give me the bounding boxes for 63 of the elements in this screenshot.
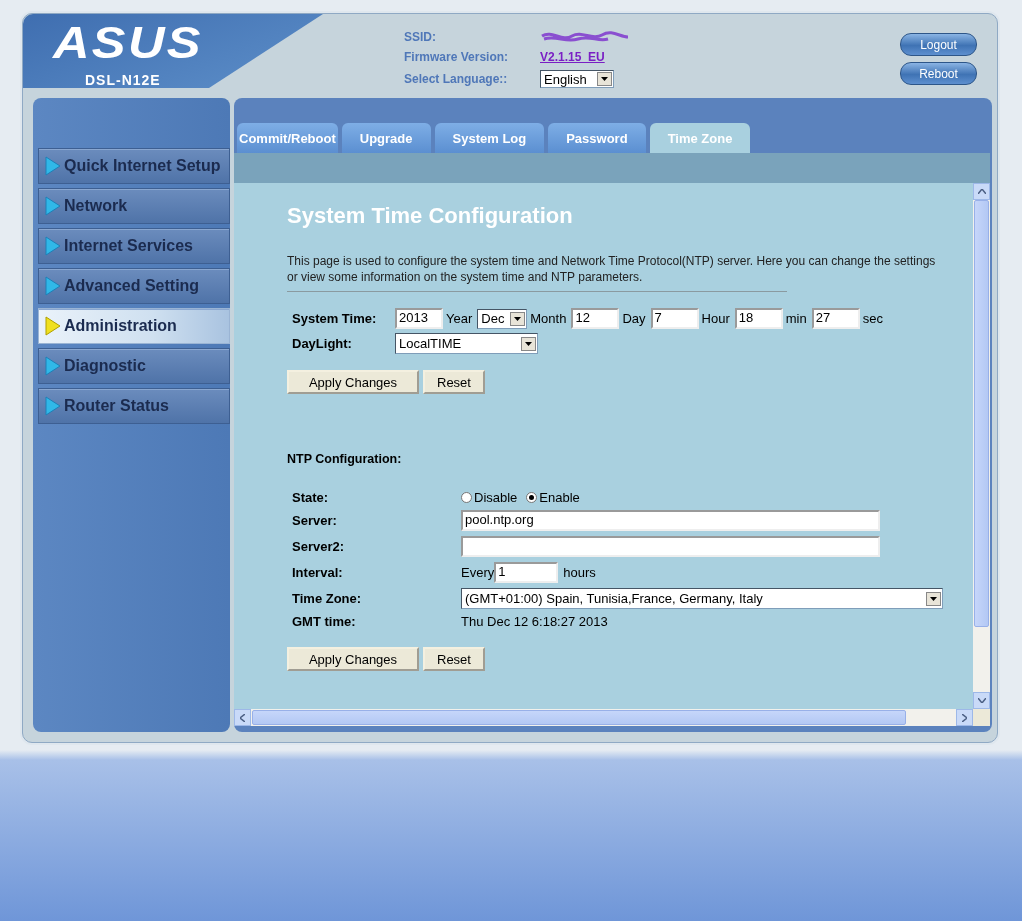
input-field[interactable]: 27 (811, 308, 860, 329)
vertical-scrollbar[interactable] (973, 183, 990, 709)
input-field[interactable]: 12 (571, 308, 620, 329)
field-label: Server2: (292, 539, 346, 554)
triangle-icon (45, 236, 61, 256)
scroll-up-button[interactable] (973, 183, 990, 200)
daylight-select[interactable]: LocalTIME (395, 333, 538, 354)
field-label: GMT time: (292, 614, 357, 629)
logout-button[interactable]: Logout (900, 33, 977, 56)
brand-logo: ASUS (53, 20, 203, 66)
field-label: Time Zone: (292, 591, 363, 606)
field-label: System Time: (292, 311, 378, 326)
page-description: This page is used to configure the system time and Network Time Protocol(NTP) server. Here you can change the settings or view some information on the system time and NTP parameters. (287, 253, 937, 285)
radio-label: Enable (539, 490, 580, 505)
scroll-down-button[interactable] (973, 692, 990, 709)
triangle-icon (45, 356, 61, 376)
triangle-icon (45, 196, 61, 216)
gmt-time-value: Thu Dec 12 6:18:27 2013 (461, 614, 609, 629)
apply-changes-button[interactable]: Apply Changes (287, 370, 419, 394)
radio-button[interactable] (526, 492, 538, 503)
month-select[interactable]: Dec (477, 308, 528, 329)
field-label: State: (292, 490, 330, 505)
reset-button[interactable]: Reset (423, 647, 485, 671)
unit-label: Hour (701, 311, 730, 326)
interval-prefix: Every (461, 565, 495, 580)
section-title: NTP Configuration: (287, 452, 403, 466)
horizontal-scrollbar[interactable] (234, 709, 973, 726)
unit-label: Day (622, 311, 646, 326)
firmware-version-link[interactable]: V2.1.15_EU (540, 50, 630, 64)
language-select[interactable]: English (540, 70, 614, 88)
triangle-icon (45, 156, 61, 176)
sidebar-item[interactable]: Administration (38, 308, 230, 344)
field-label: Interval: (292, 565, 344, 580)
server2-field[interactable] (461, 536, 880, 557)
input-field[interactable]: 18 (734, 308, 783, 329)
apply-changes-button[interactable]: Apply Changes (287, 647, 419, 671)
scroll-left-button[interactable] (234, 709, 251, 726)
scroll-right-button[interactable] (956, 709, 973, 726)
model-name: DSL-N12E (85, 72, 161, 88)
unit-label: Year (446, 311, 473, 326)
radio-label: Disable (474, 490, 518, 505)
triangle-icon (45, 396, 61, 416)
scrollbar-corner (973, 709, 990, 726)
firmware-label: Firmware Version: (404, 50, 510, 64)
field-label: Server: (292, 513, 338, 528)
input-field[interactable]: 7 (650, 308, 699, 329)
triangle-icon (45, 276, 61, 296)
radio-button[interactable] (461, 492, 472, 503)
interval-field[interactable]: 1 (494, 562, 559, 583)
unit-label: hours (563, 565, 596, 580)
unit-label: Month (530, 311, 567, 326)
reboot-button[interactable]: Reboot (900, 62, 977, 85)
triangle-icon (45, 316, 61, 336)
input-field[interactable]: 2013 (395, 308, 443, 329)
language-label: Select Language:: (404, 72, 509, 86)
ssid-label: SSID: (404, 30, 437, 44)
timezone-select[interactable]: (GMT+01:00) Spain, Tunisia,France, Germany, Italy (461, 588, 943, 609)
unit-label: min (785, 311, 807, 326)
reset-button[interactable]: Reset (423, 370, 485, 394)
server-field[interactable]: pool.ntp.org (461, 510, 880, 531)
unit-label: sec (862, 311, 883, 326)
page-title: System Time Configuration (287, 203, 574, 229)
field-label: DayLight: (292, 336, 353, 351)
